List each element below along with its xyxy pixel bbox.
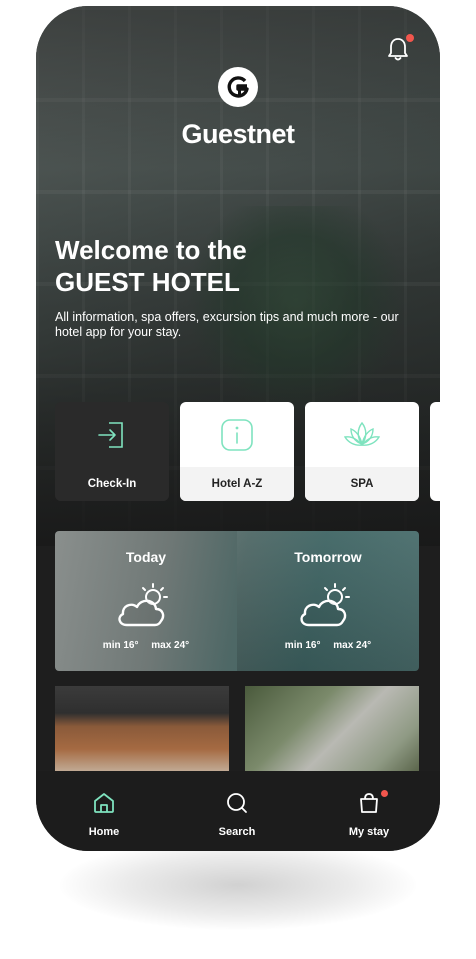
welcome-line-1: Welcome to the: [55, 235, 247, 265]
photo-card-garden[interactable]: [245, 686, 419, 776]
brand-name: Guestnet: [181, 119, 295, 149]
bag-icon: [360, 793, 378, 813]
info-icon: [221, 419, 253, 451]
weather-day-label: Tomorrow: [294, 549, 362, 565]
tile-hotel-a-z[interactable]: Hotel A-Z: [180, 402, 294, 501]
photo-cards: [55, 686, 440, 776]
home-icon: [94, 793, 114, 813]
welcome-line-2: GUEST HOTEL: [55, 267, 240, 297]
welcome-subtitle: All information, spa offers, excursion t…: [55, 310, 399, 339]
phone-frame: Guestnet Welcome to the GUEST HOTEL All …: [36, 6, 440, 851]
welcome-title: Welcome to the GUEST HOTEL: [55, 234, 247, 298]
nav-label: Home: [88, 826, 120, 838]
weather-max: max 24°: [333, 640, 372, 651]
nav-search[interactable]: Search: [187, 791, 287, 838]
nav-label: My stay: [348, 826, 390, 838]
tile-more[interactable]: [430, 402, 440, 501]
notification-badge: [406, 34, 414, 42]
logo: [218, 67, 258, 107]
tile-label: Check-In: [55, 467, 169, 501]
tile-label: Hotel A-Z: [180, 467, 294, 501]
weather-day-label: Today: [125, 549, 167, 565]
weather-today: Today min 16° max 24°: [55, 531, 237, 671]
weather-tomorrow: Tomorrow min 16° max 24°: [237, 531, 419, 671]
nav-home[interactable]: Home: [54, 791, 154, 838]
weather-widget[interactable]: Today min 16° max 24° Tomorrow min 16° m…: [55, 531, 419, 671]
my-stay-badge: [381, 790, 388, 797]
logo-icon: [227, 76, 249, 98]
quick-tiles: Check-In Hotel A-Z SPA: [55, 402, 440, 502]
partly-cloudy-icon: [118, 583, 168, 627]
nav-my-stay[interactable]: My stay: [319, 791, 419, 838]
weather-min: min 16°: [284, 640, 321, 651]
tile-label: SPA: [305, 467, 419, 501]
phone-shadow: [60, 840, 416, 930]
photo-card-wellness[interactable]: [55, 686, 229, 776]
tile-spa[interactable]: SPA: [305, 402, 419, 501]
weather-min: min 16°: [102, 640, 139, 651]
search-icon: [227, 793, 247, 813]
partly-cloudy-icon: [300, 583, 350, 627]
weather-temps: min 16° max 24°: [237, 640, 419, 651]
nav-label: Search: [218, 826, 256, 838]
lotus-icon: [343, 421, 381, 446]
weather-temps: min 16° max 24°: [55, 640, 237, 651]
tile-check-in[interactable]: Check-In: [55, 402, 169, 501]
bottom-nav: Home Search My stay: [36, 771, 440, 851]
weather-max: max 24°: [151, 640, 190, 651]
login-icon: [98, 422, 123, 448]
